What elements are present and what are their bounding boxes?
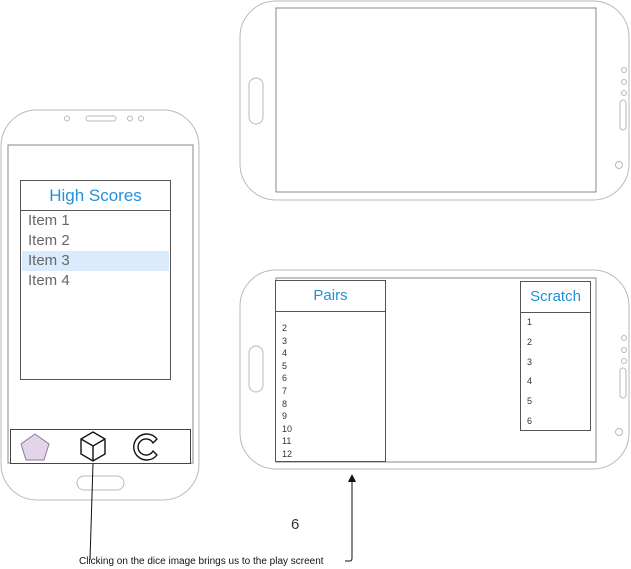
row-number: 8 xyxy=(282,398,288,409)
list-item-selected[interactable]: Item 3 xyxy=(22,251,169,271)
row-number: 6 xyxy=(527,416,533,426)
pairs-title: Pairs xyxy=(276,281,385,312)
row-number: 2 xyxy=(527,336,533,347)
bottom-toolbar xyxy=(10,429,191,464)
row-number: 6 xyxy=(282,373,288,384)
high-scores-panel: High Scores Item 1 Item 2 Item 3 Item 4 xyxy=(20,180,171,380)
landscape-phone-blank xyxy=(239,0,630,201)
refresh-icon[interactable] xyxy=(129,430,165,464)
dice-connector-line xyxy=(89,462,94,561)
list-item[interactable]: Item 1 xyxy=(22,211,169,231)
scratch-title: Scratch xyxy=(521,282,590,313)
row-number: 3 xyxy=(282,335,288,346)
home-button xyxy=(76,475,125,491)
row-number: 10 xyxy=(282,423,293,434)
list-item[interactable]: Item 4 xyxy=(22,271,169,291)
row-number: 7 xyxy=(282,386,288,396)
row-number: 11 xyxy=(282,436,292,447)
pentagon-icon[interactable] xyxy=(18,431,52,463)
row-number: 2 xyxy=(282,323,288,333)
number-label: 6 xyxy=(291,516,300,533)
row-number: 9 xyxy=(282,411,288,422)
row-number: 5 xyxy=(527,396,533,407)
arrow-to-play-screen xyxy=(345,474,356,562)
list-item[interactable]: Item 2 xyxy=(22,231,169,251)
dice-cube-icon[interactable] xyxy=(78,430,108,464)
pairs-panel: Pairs 2 3 4 5 6 7 8 9 10 11 12 xyxy=(275,280,386,462)
row-number: 12 xyxy=(282,449,293,459)
annotation-caption: Clicking on the dice image brings us to … xyxy=(79,556,324,567)
row-number: 5 xyxy=(282,360,288,371)
row-number: 1 xyxy=(527,317,533,327)
row-number: 3 xyxy=(527,356,533,367)
row-number: 4 xyxy=(282,348,288,359)
scratch-panel: Scratch 1 2 3 4 5 6 xyxy=(520,281,591,431)
row-number: 4 xyxy=(527,376,533,387)
high-scores-title: High Scores xyxy=(21,181,170,211)
